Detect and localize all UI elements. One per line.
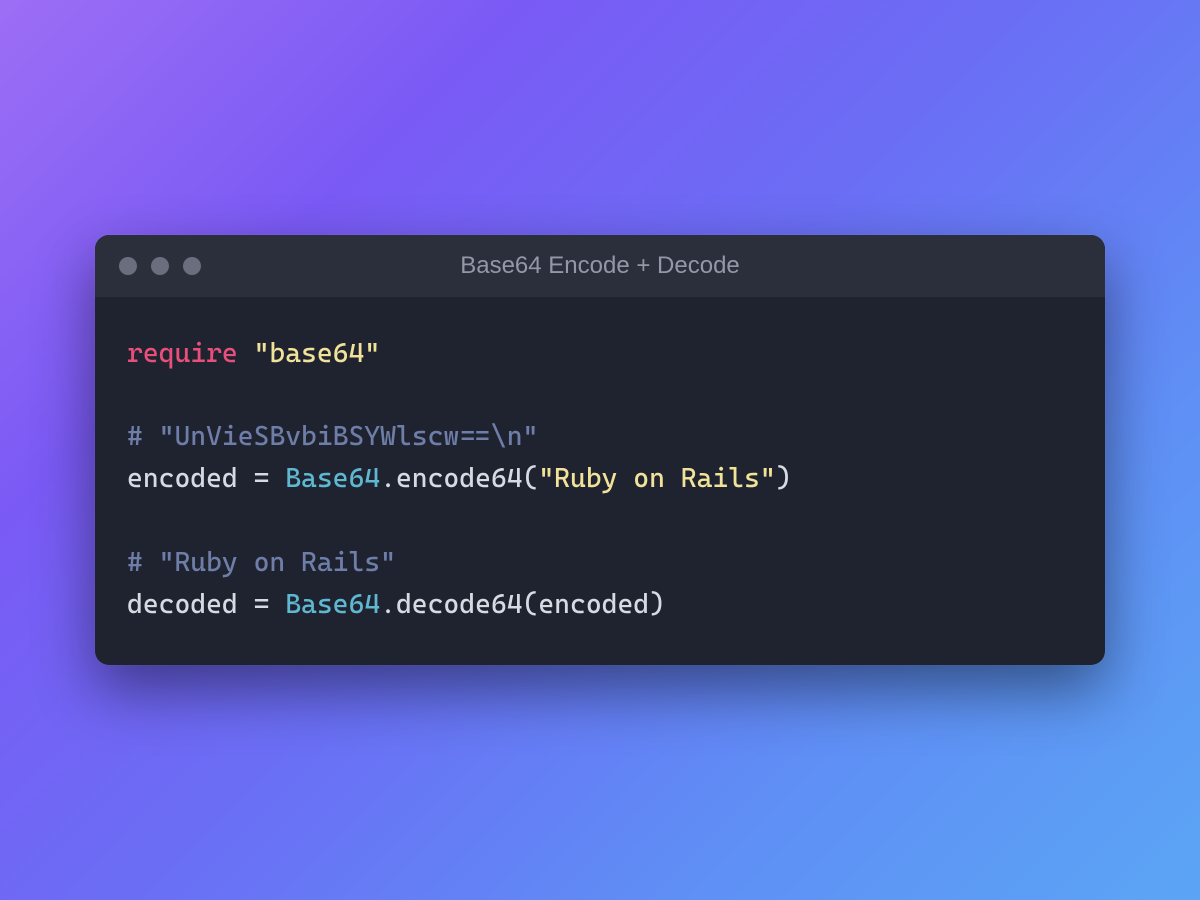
dot: .	[380, 463, 396, 494]
traffic-lights	[119, 257, 201, 275]
argument: encoded	[538, 589, 649, 620]
operator: =	[238, 463, 285, 494]
titlebar: Base64 Encode + Decode	[95, 235, 1105, 297]
class-name: Base64	[285, 463, 380, 494]
class-name: Base64	[285, 589, 380, 620]
paren-close: )	[649, 589, 665, 620]
operator: =	[238, 589, 285, 620]
paren-open: (	[523, 589, 539, 620]
window-title: Base64 Encode + Decode	[460, 252, 740, 280]
maximize-icon[interactable]	[183, 257, 201, 275]
string-literal: "base64"	[254, 338, 381, 369]
code-editor[interactable]: require "base64" # "UnVieSBvbiBSYWlscw==…	[95, 297, 1105, 666]
minimize-icon[interactable]	[151, 257, 169, 275]
paren-open: (	[523, 463, 539, 494]
string-literal: "Ruby on Rails"	[538, 463, 775, 494]
code-window: Base64 Encode + Decode require "base64" …	[95, 235, 1105, 666]
close-icon[interactable]	[119, 257, 137, 275]
comment: # "Ruby on Rails"	[127, 547, 396, 578]
method-name: encode64	[396, 463, 523, 494]
keyword-require: require	[127, 338, 238, 369]
paren-close: )	[776, 463, 792, 494]
comment: # "UnVieSBvbiBSYWlscw==\n"	[127, 421, 538, 452]
dot: .	[380, 589, 396, 620]
method-name: decode64	[396, 589, 523, 620]
variable: encoded	[127, 463, 238, 494]
variable: decoded	[127, 589, 238, 620]
